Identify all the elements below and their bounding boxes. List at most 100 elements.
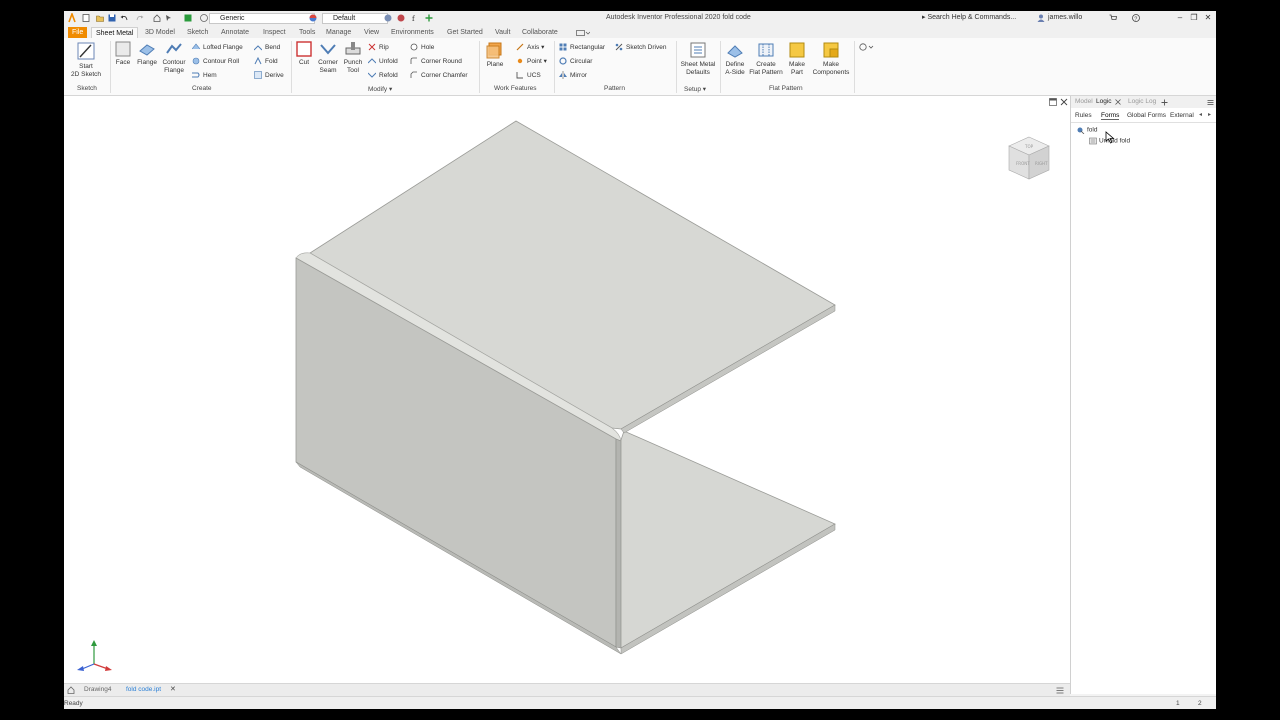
appearance-icon bbox=[309, 14, 317, 22]
view-cube-right[interactable]: RIGHT bbox=[1035, 161, 1048, 166]
user-name[interactable]: james.willo bbox=[1048, 14, 1082, 21]
corner-seam-button[interactable]: Corner Seam bbox=[315, 41, 341, 75]
axis-button[interactable]: Axis ▾ bbox=[516, 43, 544, 52]
rip-button[interactable]: Rip bbox=[368, 43, 389, 52]
logic-tab-close-icon[interactable] bbox=[1115, 99, 1121, 105]
tab-environments[interactable]: Environments bbox=[387, 27, 438, 38]
new-file-icon[interactable] bbox=[82, 14, 90, 22]
doc-tabs-menu-icon[interactable] bbox=[1056, 687, 1064, 694]
panel-label-setup[interactable]: Setup ▾ bbox=[684, 85, 706, 93]
redo-icon[interactable] bbox=[136, 14, 144, 22]
tab-annotate[interactable]: Annotate bbox=[217, 27, 253, 38]
circular-pattern-button[interactable]: Circular bbox=[559, 57, 592, 66]
doc-tab-fold-code[interactable]: fold code.ipt bbox=[126, 686, 161, 693]
start-sketch-button[interactable]: Start 2D Sketch bbox=[68, 41, 104, 79]
restore-button[interactable]: ❐ bbox=[1188, 12, 1200, 23]
plane-button[interactable]: Plane bbox=[482, 41, 508, 69]
tab-inspect[interactable]: Inspect bbox=[259, 27, 290, 38]
clear-icon[interactable] bbox=[397, 14, 405, 22]
derive-button[interactable]: Derive bbox=[254, 71, 284, 80]
tab-view[interactable]: View bbox=[360, 27, 383, 38]
tab-get-started[interactable]: Get Started bbox=[443, 27, 487, 38]
tab-vault[interactable]: Vault bbox=[491, 27, 514, 38]
select-icon[interactable] bbox=[165, 14, 173, 22]
make-part-button[interactable]: Make Part bbox=[786, 41, 808, 77]
make-components-button[interactable]: Make Components bbox=[810, 41, 852, 77]
browser-tab-logic[interactable]: Logic bbox=[1096, 98, 1112, 105]
undo-icon[interactable] bbox=[120, 14, 128, 22]
view-cube-front[interactable]: FRONT bbox=[1016, 161, 1030, 166]
contour-roll-button[interactable]: Contour Roll bbox=[192, 57, 239, 66]
doc-tab-close-icon[interactable]: ✕ bbox=[170, 685, 176, 693]
tab-manage[interactable]: Manage bbox=[322, 27, 355, 38]
create-flat-pattern-button[interactable]: Create Flat Pattern bbox=[748, 41, 784, 77]
browser-menu-icon[interactable] bbox=[1207, 99, 1214, 106]
home-tab-icon[interactable] bbox=[67, 686, 75, 694]
tab-3d-model[interactable]: 3D Model bbox=[141, 27, 179, 38]
subtab-scroll-left-icon[interactable]: ◂ bbox=[1199, 111, 1202, 118]
add-tab-icon[interactable] bbox=[1161, 99, 1168, 106]
save-icon[interactable] bbox=[108, 14, 116, 22]
subtab-scroll-right-icon[interactable]: ▸ bbox=[1208, 111, 1211, 118]
cart-icon[interactable] bbox=[1109, 14, 1117, 22]
browser-tab-model[interactable]: Model bbox=[1075, 98, 1093, 105]
contour-flange-button[interactable]: Contour Flange bbox=[160, 41, 188, 75]
bend-button[interactable]: Bend bbox=[254, 43, 280, 52]
mirror-button[interactable]: Mirror bbox=[559, 71, 587, 80]
tab-tools[interactable]: Tools bbox=[295, 27, 319, 38]
close-button[interactable]: ✕ bbox=[1202, 12, 1214, 23]
rectangular-pattern-button[interactable]: Rectangular bbox=[559, 43, 605, 52]
refold-button[interactable]: Refold bbox=[368, 71, 398, 80]
define-aside-button[interactable]: Define A-Side bbox=[721, 41, 749, 77]
flange-button[interactable]: Flange bbox=[135, 41, 159, 67]
bottom-flange-face[interactable] bbox=[620, 430, 836, 649]
punch-tool-button[interactable]: Punch Tool bbox=[341, 41, 365, 75]
corner-chamfer-button[interactable]: Corner Chamfer bbox=[410, 71, 468, 80]
adjust-icon[interactable] bbox=[384, 14, 392, 22]
viewport-close-icon[interactable] bbox=[1060, 98, 1068, 106]
panel-label-modify[interactable]: Modify ▾ bbox=[368, 85, 392, 93]
fx-icon[interactable]: f bbox=[412, 14, 420, 22]
tab-sketch[interactable]: Sketch bbox=[183, 27, 212, 38]
corner-round-button[interactable]: Corner Round bbox=[410, 57, 462, 66]
open-file-icon[interactable] bbox=[96, 14, 104, 22]
help-icon[interactable]: ? bbox=[1132, 14, 1140, 22]
view-cube-top[interactable]: TOP bbox=[1024, 144, 1034, 149]
tree-item-fold[interactable]: fold bbox=[1077, 126, 1097, 134]
doc-tab-drawing4[interactable]: Drawing4 bbox=[84, 686, 111, 693]
minimize-button[interactable]: – bbox=[1174, 12, 1186, 23]
ribbon: Start 2D Sketch Sketch Face Flange Conto… bbox=[64, 38, 1216, 96]
tab-file[interactable]: File bbox=[68, 27, 88, 38]
unfold-button[interactable]: Unfold bbox=[368, 57, 398, 66]
subtab-external[interactable]: External bbox=[1170, 112, 1194, 119]
update-icon[interactable] bbox=[184, 14, 192, 22]
subtab-global-forms[interactable]: Global Forms bbox=[1127, 112, 1166, 119]
subtab-rules[interactable]: Rules bbox=[1075, 112, 1092, 119]
sheet-metal-defaults-label: Sheet Metal Defaults bbox=[680, 61, 716, 76]
subtab-forms[interactable]: Forms bbox=[1101, 112, 1120, 120]
float-icon[interactable] bbox=[1049, 98, 1057, 106]
window-title: Autodesk Inventor Professional 2020 fold… bbox=[606, 14, 751, 21]
tab-collaborate[interactable]: Collaborate bbox=[518, 27, 562, 38]
point-button[interactable]: Point ▾ bbox=[516, 57, 547, 66]
lofted-flange-button[interactable]: Lofted Flange bbox=[192, 43, 243, 52]
view-cube[interactable]: FRONT RIGHT TOP bbox=[1006, 134, 1052, 184]
cut-button[interactable]: Cut bbox=[294, 41, 314, 67]
hem-button[interactable]: Hem bbox=[192, 71, 217, 80]
fold-button[interactable]: Fold bbox=[254, 57, 278, 66]
sheet-metal-model[interactable] bbox=[64, 96, 1070, 683]
add-icon[interactable] bbox=[425, 14, 433, 22]
sketch-driven-button[interactable]: Sketch Driven bbox=[615, 43, 666, 52]
face-button[interactable]: Face bbox=[112, 41, 134, 67]
ribbon-options-icon[interactable] bbox=[859, 43, 875, 51]
ribbon-display-icon[interactable] bbox=[576, 30, 590, 36]
home-icon[interactable] bbox=[153, 14, 161, 22]
material-combo[interactable]: Generic bbox=[209, 13, 315, 24]
graphics-viewport[interactable]: FRONT RIGHT TOP bbox=[64, 96, 1070, 683]
hole-button[interactable]: Hole bbox=[410, 43, 434, 52]
sheet-metal-defaults-button[interactable]: Sheet Metal Defaults bbox=[678, 41, 718, 77]
appearance-combo[interactable]: Default bbox=[322, 13, 388, 24]
browser-tab-logic-log[interactable]: Logic Log bbox=[1128, 98, 1156, 105]
ucs-button[interactable]: UCS bbox=[516, 71, 541, 80]
help-search[interactable]: ▸ Search Help & Commands... bbox=[922, 13, 1030, 22]
